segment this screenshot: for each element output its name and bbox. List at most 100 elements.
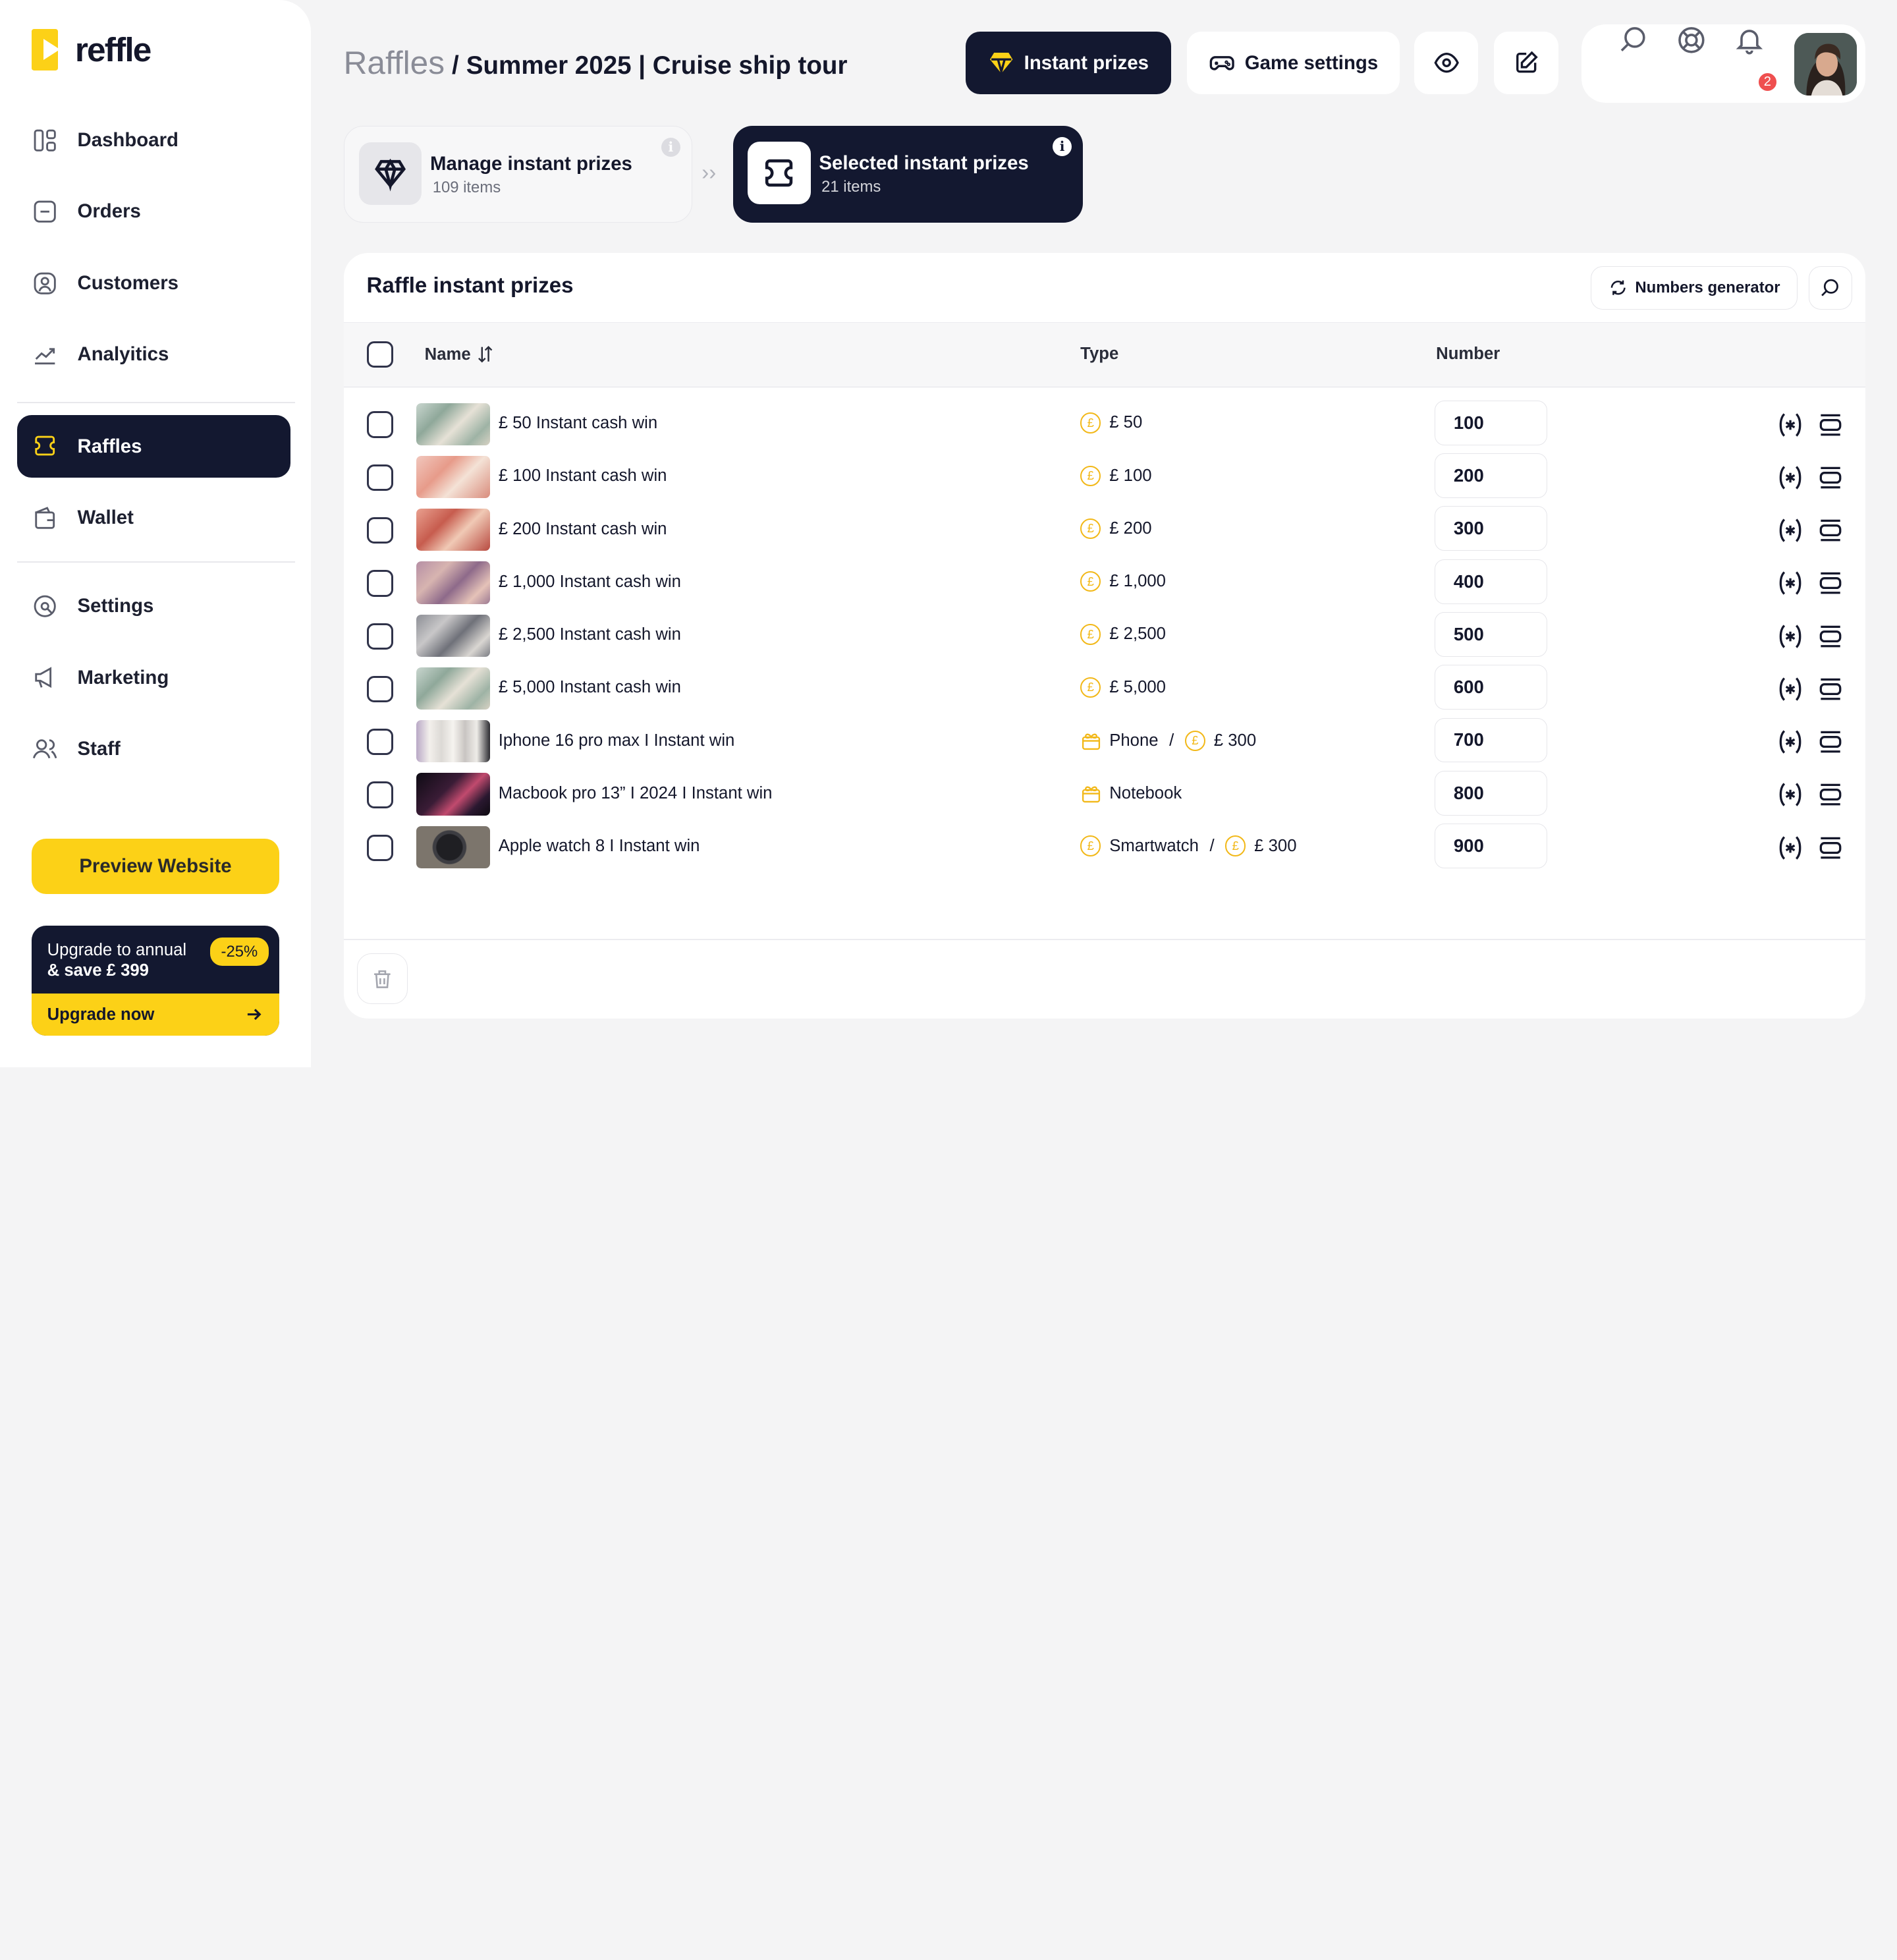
upgrade-now-button[interactable]: Upgrade now [31,993,280,1036]
gift-icon [1080,730,1102,752]
breadcrumb-separator: / [452,51,459,80]
step-selected-instant-prizes[interactable]: Selected instant prizes 21 items i [733,126,1083,223]
prize-number-input[interactable]: 700 [1435,717,1548,763]
user-photo-icon [1794,32,1857,96]
row-checkbox[interactable] [366,623,393,650]
table-row[interactable]: Iphone 16 pro max I Instant win Phone / £ £ … [344,715,1866,769]
type-text: £ 300 [1254,836,1297,855]
step-icon-box [358,142,422,206]
sidebar-item-marketing[interactable]: Marketing [17,646,290,710]
coin-icon: £ [1080,571,1101,592]
sidebar-item-staff[interactable]: Staff [17,717,290,781]
sidebar-item-orders[interactable]: Orders [17,181,290,244]
table-row[interactable]: £ 50 Instant cash win £ £ 50 100 [344,398,1866,451]
drag-handle-button[interactable] [1816,675,1845,704]
random-number-button[interactable] [1776,463,1805,492]
table-row[interactable]: £ 200 Instant cash win £ £ 200 300 [344,504,1866,557]
prize-type: Notebook [1080,783,1182,804]
column-name[interactable]: Name [425,345,495,364]
drag-handle-button[interactable] [1816,410,1845,439]
prize-thumbnail [416,667,490,710]
random-number-button[interactable] [1776,622,1805,651]
prize-number-input[interactable]: 400 [1435,559,1548,604]
sidebar-item-raffles[interactable]: Raffles [16,414,290,478]
prize-number-input[interactable]: 500 [1435,611,1548,657]
delete-button[interactable] [356,953,408,1005]
row-checkbox[interactable] [366,570,393,597]
game-settings-label: Game settings [1244,51,1379,74]
step-manage-instant-prizes[interactable]: Manage instant prizes 109 items i [343,126,692,223]
drag-handle-button[interactable] [1816,833,1845,862]
sidebar-item-customers[interactable]: Customers [17,252,290,315]
row-checkbox[interactable] [366,517,393,544]
random-number-button[interactable] [1776,569,1805,598]
type-text: £ 200 [1109,518,1152,538]
table-row[interactable]: Apple watch 8 I Instant win £ Smartwatch / £… [344,821,1866,874]
sidebar-item-analytics[interactable]: Analyitics [17,323,290,386]
trash-icon [374,970,391,988]
row-checkbox[interactable] [366,464,393,491]
drag-handle-button[interactable] [1816,727,1845,756]
random-number-button[interactable] [1776,833,1805,862]
sort-icon[interactable] [476,345,495,364]
sidebar-item-dashboard[interactable]: Dashboard [17,109,290,172]
notifications-button[interactable] [1734,24,1765,56]
edit-button[interactable] [1494,31,1558,95]
support-button[interactable] [1676,24,1707,56]
prize-number-input[interactable]: 800 [1435,770,1548,816]
sidebar-divider [16,401,296,403]
asterisk-brackets-icon [1779,412,1801,437]
prize-number-input[interactable]: 300 [1435,506,1548,551]
prize-number-input[interactable]: 100 [1435,400,1548,445]
random-number-button[interactable] [1776,780,1805,809]
asterisk-brackets-icon [1779,625,1801,648]
ticket-icon [765,159,793,187]
breadcrumb-root[interactable]: Raffles [344,43,445,82]
drag-handle-button[interactable] [1816,569,1845,598]
prize-number-input[interactable]: 200 [1435,453,1548,499]
table-row[interactable]: £ 5,000 Instant cash win £ £ 5,000 600 [344,663,1866,716]
prize-number-input[interactable]: 900 [1435,824,1548,868]
step-title: Selected instant prizes [819,152,1029,175]
game-settings-button[interactable]: Game settings [1186,31,1400,95]
info-icon[interactable]: i [1052,136,1072,156]
random-number-button[interactable] [1776,410,1805,439]
discount-badge: -25% [210,938,269,966]
info-icon[interactable]: i [661,137,681,157]
preview-eye-button[interactable] [1414,31,1479,95]
row-checkbox[interactable] [366,675,393,703]
random-number-button[interactable] [1776,727,1805,756]
drag-handle-button[interactable] [1816,516,1845,545]
list-stack-icon [1819,466,1842,489]
drag-handle-button[interactable] [1816,622,1845,651]
upgrade-now-label: Upgrade now [47,1005,155,1024]
random-number-button[interactable] [1776,516,1805,545]
row-checkbox[interactable] [366,411,393,438]
table-row[interactable]: £ 100 Instant cash win £ £ 100 200 [344,451,1866,505]
select-all-checkbox[interactable] [366,341,393,368]
row-checkbox[interactable] [366,729,393,756]
brand-name: reffle [74,30,152,69]
table-search-button[interactable] [1808,266,1852,310]
table-row[interactable]: £ 2,500 Instant cash win £ £ 2,500 500 [344,609,1866,663]
instant-prizes-button[interactable]: Instant prizes [965,31,1171,95]
prize-type: £ £ 100 [1080,465,1152,486]
table-row[interactable]: Macbook pro 13” I 2024 I Instant win Note… [344,768,1866,822]
row-checkbox[interactable] [366,834,393,861]
sidebar-item-wallet[interactable]: Wallet [17,486,290,549]
drag-handle-button[interactable] [1816,463,1845,492]
random-number-button[interactable] [1776,675,1805,704]
search-icon [1620,26,1645,51]
search-button[interactable] [1618,24,1649,56]
drag-handle-button[interactable] [1816,780,1845,809]
sidebar-item-settings[interactable]: Settings [17,574,290,638]
numbers-generator-button[interactable]: Numbers generator [1591,266,1798,310]
table-row[interactable]: £ 1,000 Instant cash win £ £ 1,000 400 [344,557,1866,610]
row-checkbox[interactable] [366,781,393,808]
avatar[interactable] [1794,32,1857,96]
sidebar-item-label: Staff [77,737,121,760]
prize-number-input[interactable]: 600 [1435,665,1548,710]
preview-website-button[interactable]: Preview Website [31,838,280,895]
brand-logo[interactable]: reffle [31,29,152,70]
prize-thumbnail [416,826,490,868]
